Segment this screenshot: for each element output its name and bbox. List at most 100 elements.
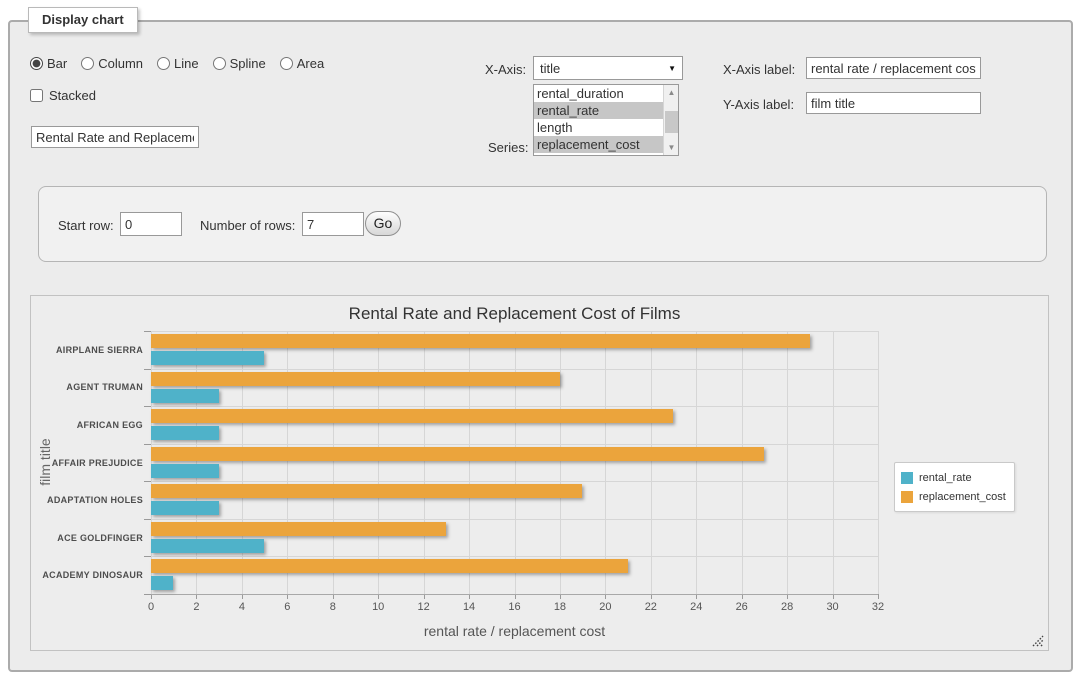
category-label: AGENT TRUMAN xyxy=(39,382,143,392)
x-axis-label-input[interactable] xyxy=(806,57,981,79)
gridline xyxy=(151,406,878,407)
legend-item[interactable]: replacement_cost xyxy=(901,487,1006,506)
gridline xyxy=(333,331,334,594)
x-tick-label: 20 xyxy=(590,601,620,613)
scroll-down-icon[interactable]: ▼ xyxy=(664,140,679,155)
x-tick-label: 10 xyxy=(363,601,393,613)
category-label: ACADEMY DINOSAUR xyxy=(39,570,143,580)
gridline xyxy=(196,331,197,594)
stacked-row: Stacked xyxy=(30,88,96,103)
bar-replacement_cost[interactable] xyxy=(151,334,810,348)
gridline xyxy=(515,331,516,594)
num-rows-label: Number of rows: xyxy=(200,218,295,233)
series-option-rental_rate[interactable]: rental_rate xyxy=(534,102,678,119)
scroll-up-icon[interactable]: ▲ xyxy=(664,85,679,100)
go-button[interactable]: Go xyxy=(365,211,401,236)
start-row-input[interactable] xyxy=(120,212,182,236)
series-option-replacement_cost[interactable]: replacement_cost xyxy=(534,136,678,153)
scrollbar-thumb[interactable] xyxy=(665,111,678,133)
x-tick-label: 14 xyxy=(454,601,484,613)
chevron-down-icon: ▼ xyxy=(668,64,676,73)
gridline xyxy=(742,331,743,594)
x-tick-label: 8 xyxy=(318,601,348,613)
y-tick-mark xyxy=(144,331,151,332)
category-label: AIRPLANE SIERRA xyxy=(39,345,143,355)
bar-rental_rate[interactable] xyxy=(151,539,264,553)
gridline xyxy=(605,331,606,594)
chart-type-radio-label: Spline xyxy=(230,56,266,71)
series-listbox-label: Series: xyxy=(488,140,528,155)
x-tick-label: 32 xyxy=(863,601,893,613)
y-axis-label-label: Y-Axis label: xyxy=(723,97,794,112)
chart-type-radio-column[interactable] xyxy=(81,57,94,70)
chart-title-input[interactable] xyxy=(31,126,199,148)
legend-swatch xyxy=(901,472,913,484)
gridline xyxy=(378,331,379,594)
gridline xyxy=(560,331,561,594)
x-axis-select-label: X-Axis: xyxy=(485,62,526,77)
y-tick-mark xyxy=(144,444,151,445)
bar-replacement_cost[interactable] xyxy=(151,447,764,461)
gridline xyxy=(151,519,878,520)
gridline xyxy=(242,331,243,594)
chart-type-option: Column xyxy=(81,56,143,71)
chart-legend: rental_rate replacement_cost xyxy=(894,462,1015,512)
x-axis-select[interactable]: title ▼ xyxy=(533,56,683,80)
gridline xyxy=(151,481,878,482)
x-tick-mark xyxy=(878,594,879,599)
gridline xyxy=(151,331,878,332)
gridline xyxy=(287,331,288,594)
gridline xyxy=(469,331,470,594)
row-controls-panel xyxy=(38,186,1047,262)
series-option-length[interactable]: length xyxy=(534,119,678,136)
chart-container: Rental Rate and Replacement Cost of Film… xyxy=(30,295,1049,651)
stacked-checkbox[interactable] xyxy=(30,89,43,102)
series-options: rental_durationrental_ratelengthreplacem… xyxy=(534,85,678,153)
bar-rental_rate[interactable] xyxy=(151,351,264,365)
start-row-label: Start row: xyxy=(58,218,114,233)
listbox-scrollbar[interactable]: ▲ ▼ xyxy=(663,85,678,155)
legend-swatch xyxy=(901,491,913,503)
series-option-rental_duration[interactable]: rental_duration xyxy=(534,85,678,102)
gridline xyxy=(696,331,697,594)
series-listbox[interactable]: rental_durationrental_ratelengthreplacem… xyxy=(533,84,679,156)
chart-type-radio-bar[interactable] xyxy=(30,57,43,70)
bar-replacement_cost[interactable] xyxy=(151,409,673,423)
y-tick-mark xyxy=(144,406,151,407)
bar-rental_rate[interactable] xyxy=(151,389,219,403)
x-tick-label: 4 xyxy=(227,601,257,613)
y-axis-label-input[interactable] xyxy=(806,92,981,114)
gridline xyxy=(651,331,652,594)
bar-rental_rate[interactable] xyxy=(151,464,219,478)
chart-type-radio-spline[interactable] xyxy=(213,57,226,70)
bar-rental_rate[interactable] xyxy=(151,426,219,440)
gridline xyxy=(424,331,425,594)
bar-replacement_cost[interactable] xyxy=(151,522,446,536)
chart-type-option: Line xyxy=(157,56,199,71)
bar-rental_rate[interactable] xyxy=(151,576,173,590)
x-tick-label: 18 xyxy=(545,601,575,613)
chart-type-radio-area[interactable] xyxy=(280,57,293,70)
chart-type-radio-line[interactable] xyxy=(157,57,170,70)
num-rows-input[interactable] xyxy=(302,212,364,236)
chart-type-radio-label: Area xyxy=(297,56,324,71)
bar-replacement_cost[interactable] xyxy=(151,559,628,573)
resize-grip-icon[interactable] xyxy=(1030,633,1044,647)
legend-item[interactable]: rental_rate xyxy=(901,468,1006,487)
y-tick-mark xyxy=(144,369,151,370)
chart-type-radio-label: Column xyxy=(98,56,143,71)
gridline xyxy=(787,331,788,594)
x-axis-title: rental rate / replacement cost xyxy=(151,623,878,639)
x-axis-select-value: title xyxy=(540,61,668,76)
x-tick-label: 0 xyxy=(136,601,166,613)
x-tick-label: 26 xyxy=(727,601,757,613)
gridline xyxy=(878,331,879,594)
legend-label: replacement_cost xyxy=(919,491,1006,503)
bar-replacement_cost[interactable] xyxy=(151,372,560,386)
gridline xyxy=(151,556,878,557)
x-tick-label: 22 xyxy=(636,601,666,613)
y-tick-mark xyxy=(144,519,151,520)
bar-rental_rate[interactable] xyxy=(151,501,219,515)
x-tick-label: 16 xyxy=(500,601,530,613)
bar-replacement_cost[interactable] xyxy=(151,484,582,498)
